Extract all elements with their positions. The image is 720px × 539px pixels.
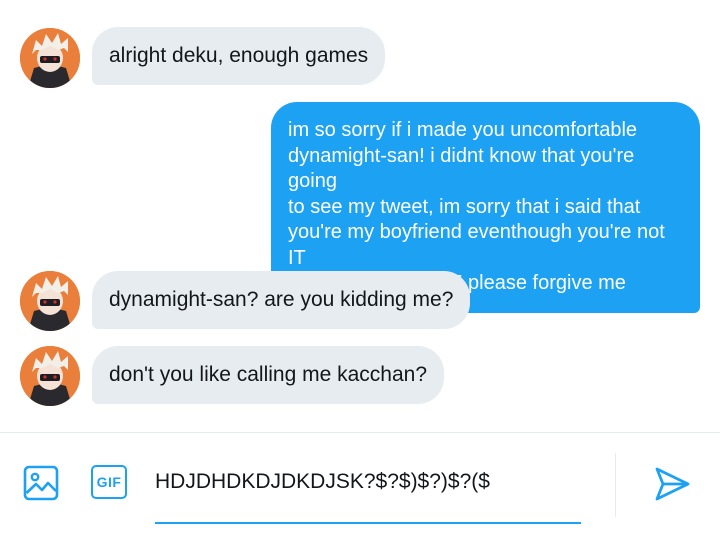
incoming-message-bubble[interactable]: alright deku, enough games — [92, 27, 386, 85]
gif-label: GIF — [96, 474, 122, 490]
message-composer: GIF HDJDHDKDJDKDJSK?$?$)$?)$?($ — [0, 432, 720, 539]
send-icon[interactable] — [653, 465, 691, 503]
gif-button[interactable]: GIF — [91, 465, 127, 499]
message-input[interactable]: HDJDHDKDJDKDJSK?$?$)$?)$?($ — [155, 467, 581, 501]
message-text-line: to see my tweet, im sorry that i said th… — [288, 195, 641, 218]
message-row: dynamight-san? are you kidding me? — [0, 271, 720, 333]
message-text: alright deku, enough games — [109, 44, 369, 67]
message-row: alright deku, enough games — [0, 27, 720, 89]
incoming-message-bubble[interactable]: dynamight-san? are you kidding me? — [92, 271, 471, 329]
message-text-line: im so sorry if i made you uncomfortable — [288, 119, 638, 141]
message-text: don't you like calling me kacchan? — [109, 363, 428, 386]
message-text-line: you're my boyfriend eventhough you're no… — [288, 221, 665, 269]
image-icon[interactable] — [23, 465, 59, 501]
avatar[interactable] — [20, 28, 80, 88]
divider — [615, 453, 616, 517]
avatar[interactable] — [20, 346, 80, 406]
message-row: don't you like calling me kacchan? — [0, 346, 720, 408]
input-underline — [155, 522, 581, 524]
message-text: dynamight-san? are you kidding me? — [109, 288, 454, 311]
avatar[interactable] — [20, 271, 80, 331]
incoming-message-bubble[interactable]: don't you like calling me kacchan? — [92, 346, 445, 404]
message-text-line: dynamight-san! i didnt know that you're … — [288, 144, 635, 193]
